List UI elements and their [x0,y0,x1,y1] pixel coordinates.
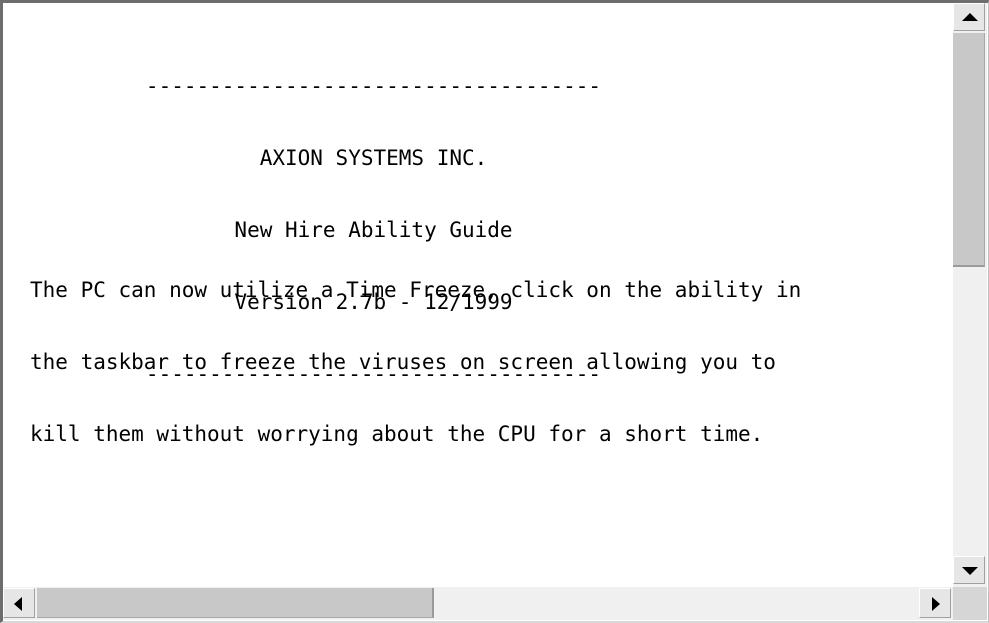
scroll-left-button[interactable] [3,588,35,618]
arrow-down-icon [962,567,978,575]
horizontal-scrollbar[interactable] [3,587,953,620]
company-name: AXION SYSTEMS INC. [259,146,488,170]
vertical-scrollbar[interactable] [953,3,987,587]
text-viewer-window: ------------------------------------ AXI… [0,0,989,623]
body-line: the taskbar to freeze the viruses on scr… [30,350,776,374]
arrow-up-icon [962,13,978,21]
document-content: ------------------------------------ AXI… [6,6,956,590]
scroll-down-button[interactable] [953,556,985,584]
scroll-right-button[interactable] [919,588,951,618]
horizontal-scroll-thumb[interactable] [37,588,434,618]
vertical-scroll-thumb[interactable] [953,33,985,267]
body-line: kill them without worrying about the CPU… [30,422,764,446]
header-divider-top: ------------------------------------ [145,74,602,98]
document-body: The PC can now utilize a Time Freeze, cl… [30,230,801,494]
arrow-left-icon [14,597,22,611]
body-line: The PC can now utilize a Time Freeze, cl… [30,278,802,302]
arrow-right-icon [932,597,940,611]
scrollbar-corner [953,587,987,620]
scroll-up-button[interactable] [953,3,985,31]
